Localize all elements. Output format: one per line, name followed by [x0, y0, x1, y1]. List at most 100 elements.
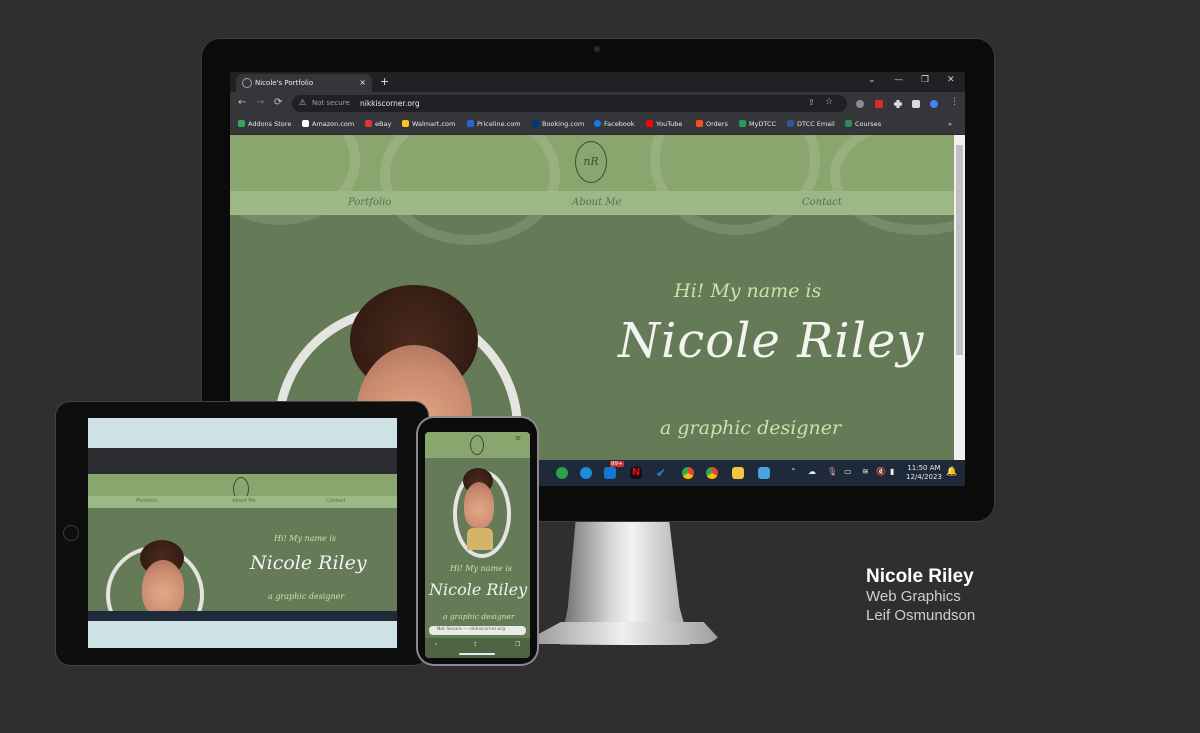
- phone-nav-bar: ‹ ⇪ ❐: [425, 638, 530, 658]
- extension-icon[interactable]: [856, 100, 864, 108]
- browser-tab-bar: Nicole's Portfolio × + ⌄ — ❐ ✕: [230, 72, 965, 92]
- battery-icon[interactable]: ▮: [890, 467, 894, 476]
- tablet-nav-about: About Me: [232, 498, 256, 504]
- tray-chevron-icon[interactable]: ⌃: [790, 467, 797, 476]
- monitor-camera: [594, 46, 600, 52]
- caption-instructor: Leif Osmundson: [866, 607, 976, 624]
- minimize-button[interactable]: —: [894, 75, 903, 85]
- browser-toolbar: ← → ⟳ ⚠ Not secure nikkiscorner.org ⇪ ☆ …: [230, 92, 965, 116]
- tab-close-icon[interactable]: ×: [359, 78, 366, 87]
- monitor-stand-base: [520, 622, 724, 644]
- bookmark-item[interactable]: Priceline.com: [467, 120, 521, 128]
- hero-tagline: a graphic designer: [660, 417, 842, 439]
- tablet-screen: Portfolio About Me Contact Hi! My name i…: [88, 418, 397, 648]
- tablet-taskbar: [88, 611, 397, 621]
- phone-share-icon[interactable]: ⇪: [473, 641, 478, 648]
- bookmark-item[interactable]: Facebook: [594, 120, 635, 128]
- chrome-icon[interactable]: [682, 467, 694, 479]
- browser-tab[interactable]: Nicole's Portfolio ×: [236, 74, 372, 92]
- bookmark-star-icon[interactable]: ☆: [825, 97, 833, 107]
- site-nav: Portfolio About Me Contact: [230, 191, 954, 215]
- bookmark-item[interactable]: YouTube: [646, 120, 682, 128]
- side-panel-icon[interactable]: [912, 100, 920, 108]
- microphone-icon[interactable]: 🎙: [827, 467, 837, 476]
- phone-tagline: a graphic designer: [443, 612, 515, 621]
- mail-badge: 99+: [610, 461, 624, 467]
- tablet-tagline: a graphic designer: [268, 592, 345, 601]
- caption-title: Nicole Riley: [866, 566, 974, 587]
- app-icon[interactable]: [556, 467, 568, 479]
- reload-icon[interactable]: ⟳: [274, 97, 282, 108]
- phone-portrait-shirt: [467, 528, 493, 550]
- todo-check-icon[interactable]: ✔: [656, 467, 668, 479]
- globe-icon: [242, 78, 252, 88]
- netflix-icon[interactable]: N: [630, 467, 642, 479]
- tablet-nav-contact: Contact: [326, 498, 346, 504]
- tab-search-icon[interactable]: ⌄: [868, 75, 876, 85]
- phone-address-bar[interactable]: Not Secure — nikkiscorner.org: [429, 626, 526, 635]
- bookmarks-overflow-icon[interactable]: »: [948, 120, 952, 128]
- phone-home-indicator: [459, 653, 495, 655]
- wifi-icon[interactable]: ≋: [862, 467, 869, 476]
- phone-site-logo: [470, 435, 484, 455]
- phone-tabs-icon[interactable]: ❐: [515, 641, 520, 648]
- nav-about-me[interactable]: About Me: [572, 197, 621, 208]
- bookmark-item[interactable]: DTCC Email: [787, 120, 835, 128]
- tablet-nav-portfolio: Portfolio: [136, 498, 157, 504]
- phone-url: Not Secure — nikkiscorner.org: [437, 627, 505, 632]
- url-text[interactable]: nikkiscorner.org: [360, 99, 420, 108]
- tablet-home-button: [63, 525, 79, 541]
- edge-icon[interactable]: [580, 467, 592, 479]
- forward-icon[interactable]: →: [256, 97, 264, 108]
- maximize-button[interactable]: ❐: [921, 75, 929, 85]
- extension-badge-icon[interactable]: [875, 100, 883, 108]
- profile-avatar[interactable]: [930, 100, 938, 108]
- tablet-portrait-photo: [142, 560, 184, 611]
- tablet-greeting: Hi! My name is: [274, 534, 336, 543]
- notification-bell-icon[interactable]: 🔔: [946, 467, 957, 477]
- phone-site-header: ≡: [425, 432, 530, 458]
- bookmark-item[interactable]: Walmart.com: [402, 120, 455, 128]
- tablet-site-nav: Portfolio About Me Contact: [88, 496, 397, 508]
- nav-portfolio[interactable]: Portfolio: [348, 197, 391, 208]
- new-tab-button[interactable]: +: [380, 75, 389, 88]
- chrome-profile-icon[interactable]: [706, 467, 718, 479]
- menu-kebab-icon[interactable]: ⋮: [950, 97, 959, 107]
- site-logo[interactable]: nR: [575, 141, 607, 183]
- decorative-swirl: [650, 135, 820, 235]
- nav-contact[interactable]: Contact: [802, 197, 842, 208]
- snipping-tool-icon[interactable]: [758, 467, 770, 479]
- bookmark-item[interactable]: Booking.com: [532, 120, 584, 128]
- bookmark-item[interactable]: Orders: [696, 120, 728, 128]
- onedrive-icon[interactable]: ☁: [808, 467, 816, 476]
- tablet-name: Nicole Riley: [250, 552, 367, 574]
- tablet-site-body: Hi! My name is Nicole Riley a graphic de…: [88, 508, 397, 611]
- phone-name: Nicole Riley: [429, 580, 528, 599]
- mail-icon[interactable]: [604, 467, 616, 479]
- bookmark-item[interactable]: Addons Store: [238, 120, 291, 128]
- system-clock[interactable]: 11:50 AM 12/4/2023: [906, 464, 942, 482]
- address-bar[interactable]: ⚠ Not secure nikkiscorner.org ⇪ ☆: [292, 95, 847, 112]
- tablet-browser-chrome: [88, 448, 397, 474]
- scrollbar-thumb[interactable]: [956, 145, 963, 355]
- bookmark-item[interactable]: MyDTCC: [739, 120, 776, 128]
- bookmarks-bar: Addons Store Amazon.com eBay Walmart.com…: [230, 116, 965, 135]
- volume-muted-icon[interactable]: 🔇: [876, 467, 886, 476]
- display-icon[interactable]: ▭: [844, 467, 852, 476]
- phone-menu-icon[interactable]: ≡: [515, 434, 521, 442]
- file-explorer-icon[interactable]: [732, 467, 744, 479]
- back-icon[interactable]: ←: [238, 97, 246, 108]
- bookmark-item[interactable]: Courses: [845, 120, 881, 128]
- warning-icon: ⚠: [299, 98, 307, 107]
- decorative-swirl: [380, 135, 560, 245]
- tab-title: Nicole's Portfolio: [255, 79, 314, 87]
- caption-course: Web Graphics: [866, 588, 961, 605]
- close-window-button[interactable]: ✕: [947, 75, 955, 85]
- bookmark-item[interactable]: Amazon.com: [302, 120, 354, 128]
- bookmark-item[interactable]: eBay: [365, 120, 391, 128]
- share-icon[interactable]: ⇪: [808, 98, 815, 107]
- puzzle-icon[interactable]: [894, 100, 902, 108]
- hero-greeting: Hi! My name is: [674, 280, 822, 302]
- phone-back-icon[interactable]: ‹: [435, 641, 437, 648]
- security-label: Not secure: [312, 99, 350, 107]
